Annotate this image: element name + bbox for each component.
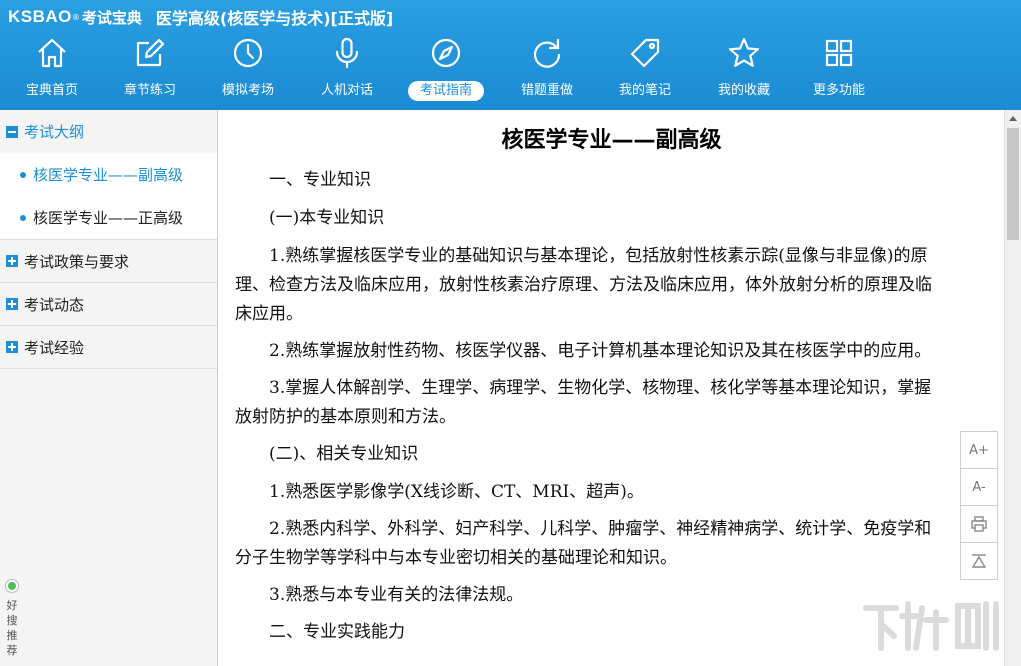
nav-exam-guide[interactable]: 考试指南 <box>396 30 496 110</box>
nav-dialogue[interactable]: 人机对话 <box>297 30 397 110</box>
nav-label: 考试指南 <box>408 81 484 101</box>
back-to-top-icon <box>971 554 987 568</box>
sidebar-item-label: 核医学专业——副高级 <box>33 166 184 184</box>
collapse-icon <box>6 125 18 138</box>
nav-label: 人机对话 <box>320 83 373 98</box>
brand: KSBAO ® 考试宝典 医学高级(核医学与技术)[正式版] <box>8 6 393 28</box>
sidebar-item-full-senior[interactable]: 核医学专业——正高级 <box>0 196 217 239</box>
back-to-top-button[interactable] <box>960 542 998 580</box>
tag-icon <box>628 36 662 70</box>
paragraph: 1.熟练掌握核医学专业的基础知识与基本理论，包括放射性核素示踪(显像与非显像)的… <box>235 246 932 324</box>
nav-mock-exam[interactable]: 模拟考场 <box>198 30 298 110</box>
nav-label: 更多功能 <box>812 83 865 98</box>
paragraph: 3.熟悉与本专业有关的法律法规。 <box>269 585 524 605</box>
sidebar-section-label: 考试经验 <box>24 338 85 357</box>
paragraph: 2.熟练掌握放射性药物、核医学仪器、电子计算机基本理论知识及其在核医学中的应用。 <box>269 341 932 361</box>
subsection-heading: (一)本专业知识 <box>269 208 385 228</box>
paragraph: 1.熟悉医学影像学(X线诊断、CT、MRI、超声)。 <box>269 482 644 502</box>
recommend-label: 好搜推荐 <box>6 599 18 657</box>
nav-label: 宝典首页 <box>25 83 78 98</box>
compass-icon <box>429 36 463 70</box>
sidebar-section-policy[interactable]: 考试政策与要求 <box>0 240 217 283</box>
nav-redo-wrong[interactable]: 错题重做 <box>497 30 597 110</box>
page-title: 核医学专业——副高级 <box>501 128 722 153</box>
recommend-widget[interactable]: 好搜推荐 <box>0 576 22 666</box>
sidebar-section-label: 考试动态 <box>24 295 85 314</box>
nav-label: 模拟考场 <box>221 83 274 98</box>
content-scrollbar[interactable] <box>1004 110 1021 666</box>
sidebar-item-associate-senior[interactable]: 核医学专业——副高级 <box>0 153 217 196</box>
clock-icon <box>231 36 265 70</box>
status-dot-icon <box>6 580 18 592</box>
nav-my-notes[interactable]: 我的笔记 <box>595 30 695 110</box>
section-heading: 二、专业实践能力 <box>269 622 405 642</box>
brand-registered-mark: ® <box>71 12 80 22</box>
print-button[interactable] <box>960 505 998 543</box>
sidebar-section-news[interactable]: 考试动态 <box>0 283 217 326</box>
expand-icon <box>6 255 18 267</box>
nav-chapter-practice[interactable]: 章节练习 <box>100 30 200 110</box>
expand-icon <box>6 341 18 353</box>
scroll-up-icon[interactable] <box>1009 116 1017 121</box>
site-watermark-icon <box>863 601 999 651</box>
expand-icon <box>6 298 18 310</box>
scroll-thumb[interactable] <box>1007 128 1019 240</box>
paragraph: 3.掌握人体解剖学、生理学、病理学、生物化学、核物理、核化学等基本理论知识，掌握… <box>235 378 932 427</box>
sidebar-section-experience[interactable]: 考试经验 <box>0 326 217 369</box>
section-heading: 一、专业知识 <box>269 170 371 190</box>
star-icon <box>727 36 761 70</box>
sidebar-section-label: 考试政策与要求 <box>24 252 130 271</box>
home-icon <box>35 36 69 70</box>
nav-home[interactable]: 宝典首页 <box>2 30 102 110</box>
brand-name: 考试宝典 <box>81 8 142 27</box>
nav-label: 我的笔记 <box>618 83 671 98</box>
edit-icon <box>133 36 167 70</box>
guide-body: 一、专业知识 (一)本专业知识 1.熟练掌握核医学专业的基础知识与基本理论，包括… <box>235 166 947 656</box>
nav-label: 错题重做 <box>520 83 573 98</box>
subsection-heading: (二)、相关专业知识 <box>269 444 419 464</box>
bullet-icon <box>20 171 26 178</box>
print-icon <box>971 516 987 532</box>
grid-icon <box>822 36 856 70</box>
nav-label: 我的收藏 <box>717 83 770 98</box>
outline-sub-list: 核医学专业——副高级 核医学专业——正高级 <box>0 153 217 240</box>
sidebar-section-outline[interactable]: 考试大纲 <box>0 110 217 153</box>
refresh-icon <box>530 36 564 70</box>
app-title: 医学高级(核医学与技术)[正式版] <box>155 9 394 28</box>
bullet-icon <box>20 214 26 221</box>
nav-my-favorites[interactable]: 我的收藏 <box>694 30 794 110</box>
microphone-icon <box>330 36 364 70</box>
font-increase-button[interactable]: A+ <box>960 431 998 469</box>
app-header: KSBAO ® 考试宝典 医学高级(核医学与技术)[正式版] 宝典首页 章节练习… <box>0 0 1021 110</box>
nav-label: 章节练习 <box>123 83 176 98</box>
sidebar-section-label: 考试大纲 <box>24 123 85 141</box>
guide-content: 核医学专业——副高级 一、专业知识 (一)本专业知识 1.熟练掌握核医学专业的基… <box>219 110 1004 666</box>
paragraph: 2.熟悉内科学、外科学、妇产科学、儿科学、肿瘤学、神经精神病学、统计学、免疫学和… <box>235 519 932 568</box>
nav-more[interactable]: 更多功能 <box>789 30 889 110</box>
font-decrease-button[interactable]: A- <box>960 468 998 506</box>
sidebar-item-label: 核医学专业——正高级 <box>33 209 184 227</box>
brand-logo: KSBAO <box>8 7 72 26</box>
reading-tools: A+ A- <box>960 431 998 580</box>
sidebar: 考试大纲 核医学专业——副高级 核医学专业——正高级 考试政策与要求 考试动态 … <box>0 110 218 666</box>
main-nav: 宝典首页 章节练习 模拟考场 人机对话 考试指南 错题重做 我的笔记 我的收藏 … <box>0 30 1021 110</box>
